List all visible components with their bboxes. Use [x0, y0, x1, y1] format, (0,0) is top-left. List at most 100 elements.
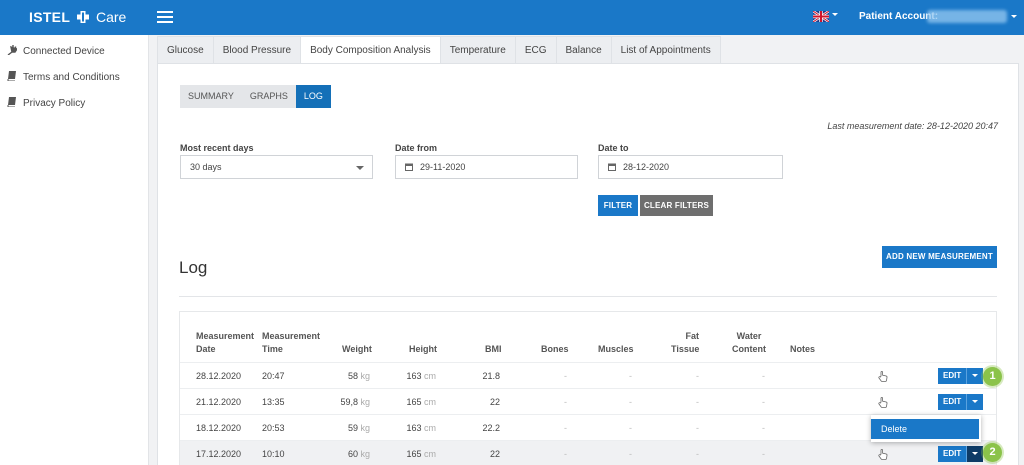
log-title: Log: [179, 258, 208, 277]
edit-dropdown-toggle[interactable]: [967, 446, 984, 462]
cell-weight: 59 kg: [347, 423, 370, 433]
edit-button[interactable]: EDIT: [938, 446, 967, 462]
sidebar-item-connected-device[interactable]: Connected Device: [7, 45, 105, 59]
hamburger-icon[interactable]: [157, 11, 173, 23]
top-bar: ISTEL Care Patient Account:: [0, 0, 1024, 35]
tab-balance[interactable]: Balance: [555, 36, 612, 64]
tab-temperature[interactable]: Temperature: [439, 36, 516, 64]
table-row: 17.12.2020 10:10 60 kg 165 cm 22 - - - -…: [180, 440, 996, 465]
cell-height: 165 cm: [406, 449, 436, 459]
cell-bones: -: [564, 371, 567, 381]
date-from-label: Date from: [395, 143, 438, 153]
brand-logo[interactable]: ISTEL Care: [29, 9, 126, 26]
sidebar-item-label: Privacy Policy: [23, 98, 86, 109]
col-header-bones: Bones: [541, 344, 569, 354]
edit-dropdown-toggle[interactable]: [967, 368, 984, 384]
last-measurement-date: Last measurement date: 28-12-2020 20:47: [827, 121, 998, 131]
col-header-height: Height: [409, 344, 437, 354]
sidebar-item-label: Terms and Conditions: [23, 72, 120, 83]
recent-days-select[interactable]: 30 days: [180, 155, 373, 179]
cell-bmi: 22: [489, 397, 500, 407]
edit-button[interactable]: EDIT: [938, 394, 967, 410]
table-row: 28.12.2020 20:47 58 kg 163 cm 21.8 - - -…: [180, 362, 996, 388]
brand-name: ISTEL: [29, 9, 71, 25]
edit-button-group[interactable]: EDIT: [938, 368, 984, 384]
col-header-notes: Notes: [790, 344, 816, 354]
date-from-field[interactable]: 29-11-2020: [395, 155, 578, 179]
cell-fat: -: [696, 371, 699, 381]
measurement-tabs: Glucose Blood Pressure Body Composition …: [157, 36, 721, 64]
cell-water: -: [762, 397, 765, 407]
edit-dropdown-toggle[interactable]: [967, 394, 984, 410]
date-to-label: Date to: [598, 143, 629, 153]
cell-date: 21.12.2020: [196, 397, 242, 407]
edit-button-group[interactable]: EDIT: [938, 446, 984, 462]
content-panel: SUMMARY GRAPHS LOG Last measurement date…: [157, 63, 1019, 465]
delete-menu-item[interactable]: Delete: [871, 419, 979, 439]
date-to-field[interactable]: 28-12-2020: [598, 155, 783, 179]
tab-blood-pressure[interactable]: Blood Pressure: [212, 36, 302, 64]
account-caret-icon[interactable]: [1011, 15, 1017, 18]
book-icon: [7, 97, 16, 108]
col-header-bmi: BMI: [485, 344, 502, 354]
hand-pointer-icon[interactable]: [878, 449, 888, 460]
calendar-icon: [608, 163, 616, 171]
cell-bones: -: [564, 423, 567, 433]
cell-time: 13:35: [262, 397, 285, 407]
cell-muscles: -: [629, 397, 632, 407]
clear-filters-button[interactable]: CLEAR FILTERS: [640, 195, 713, 216]
cell-height: 163 cm: [406, 423, 436, 433]
sidebar: Connected Device Terms and Conditions Pr…: [0, 35, 149, 465]
tab-body-composition[interactable]: Body Composition Analysis: [300, 36, 441, 64]
divider: [179, 296, 997, 297]
edit-button[interactable]: EDIT: [938, 368, 967, 384]
patient-name-blurred[interactable]: [927, 10, 1007, 23]
calendar-icon: [405, 163, 413, 171]
tab-glucose[interactable]: Glucose: [157, 36, 214, 64]
table-row: 21.12.2020 13:35 59,8 kg 165 cm 22 - - -…: [180, 388, 996, 414]
cell-bmi: 21.8: [482, 371, 500, 381]
sidebar-item-label: Connected Device: [23, 46, 105, 57]
language-caret-icon[interactable]: [832, 13, 838, 16]
cell-height: 163 cm: [406, 371, 436, 381]
cell-fat: -: [696, 449, 699, 459]
col-header-muscles: Muscles: [598, 344, 634, 354]
plug-icon: [7, 45, 19, 56]
chevron-down-icon: [356, 166, 364, 170]
brand-suffix: Care: [95, 9, 127, 25]
tab-appointments[interactable]: List of Appointments: [610, 36, 721, 64]
cell-water: -: [762, 449, 765, 459]
cell-date: 18.12.2020: [196, 423, 242, 433]
cell-bmi: 22: [489, 449, 500, 459]
cell-height: 165 cm: [406, 397, 436, 407]
cell-time: 20:47: [262, 371, 285, 381]
hand-pointer-icon[interactable]: [878, 371, 888, 382]
view-tab-graphs[interactable]: GRAPHS: [241, 85, 296, 108]
cell-time: 10:10: [262, 449, 285, 459]
view-tab-summary[interactable]: SUMMARY: [180, 85, 242, 108]
add-new-measurement-button[interactable]: ADD NEW MEASUREMENT: [882, 246, 997, 268]
cell-water: -: [762, 371, 765, 381]
cell-bones: -: [564, 449, 567, 459]
brand-cross-icon: [77, 11, 90, 23]
step-marker-2: 2: [983, 443, 1002, 462]
cell-water: -: [762, 423, 765, 433]
cell-bmi: 22.2: [482, 423, 500, 433]
tab-ecg[interactable]: ECG: [514, 36, 557, 64]
filter-button[interactable]: FILTER: [598, 195, 638, 216]
col-header-water-content: Water Content: [732, 331, 766, 354]
cell-date: 17.12.2020: [196, 449, 242, 459]
sidebar-item-terms[interactable]: Terms and Conditions: [7, 71, 120, 85]
uk-flag-icon[interactable]: [813, 11, 829, 22]
cell-weight: 60 kg: [347, 449, 370, 459]
view-tab-log[interactable]: LOG: [295, 85, 331, 108]
cell-bones: -: [564, 397, 567, 407]
col-header-weight: Weight: [342, 344, 372, 354]
edit-dropdown-menu: Delete: [871, 415, 981, 442]
cell-fat: -: [696, 423, 699, 433]
sidebar-item-privacy[interactable]: Privacy Policy: [7, 97, 85, 111]
edit-button-group[interactable]: EDIT: [938, 394, 984, 410]
step-marker-1: 1: [983, 367, 1002, 386]
col-header-date: Measurement Date: [196, 331, 255, 354]
hand-pointer-icon[interactable]: [878, 397, 888, 408]
